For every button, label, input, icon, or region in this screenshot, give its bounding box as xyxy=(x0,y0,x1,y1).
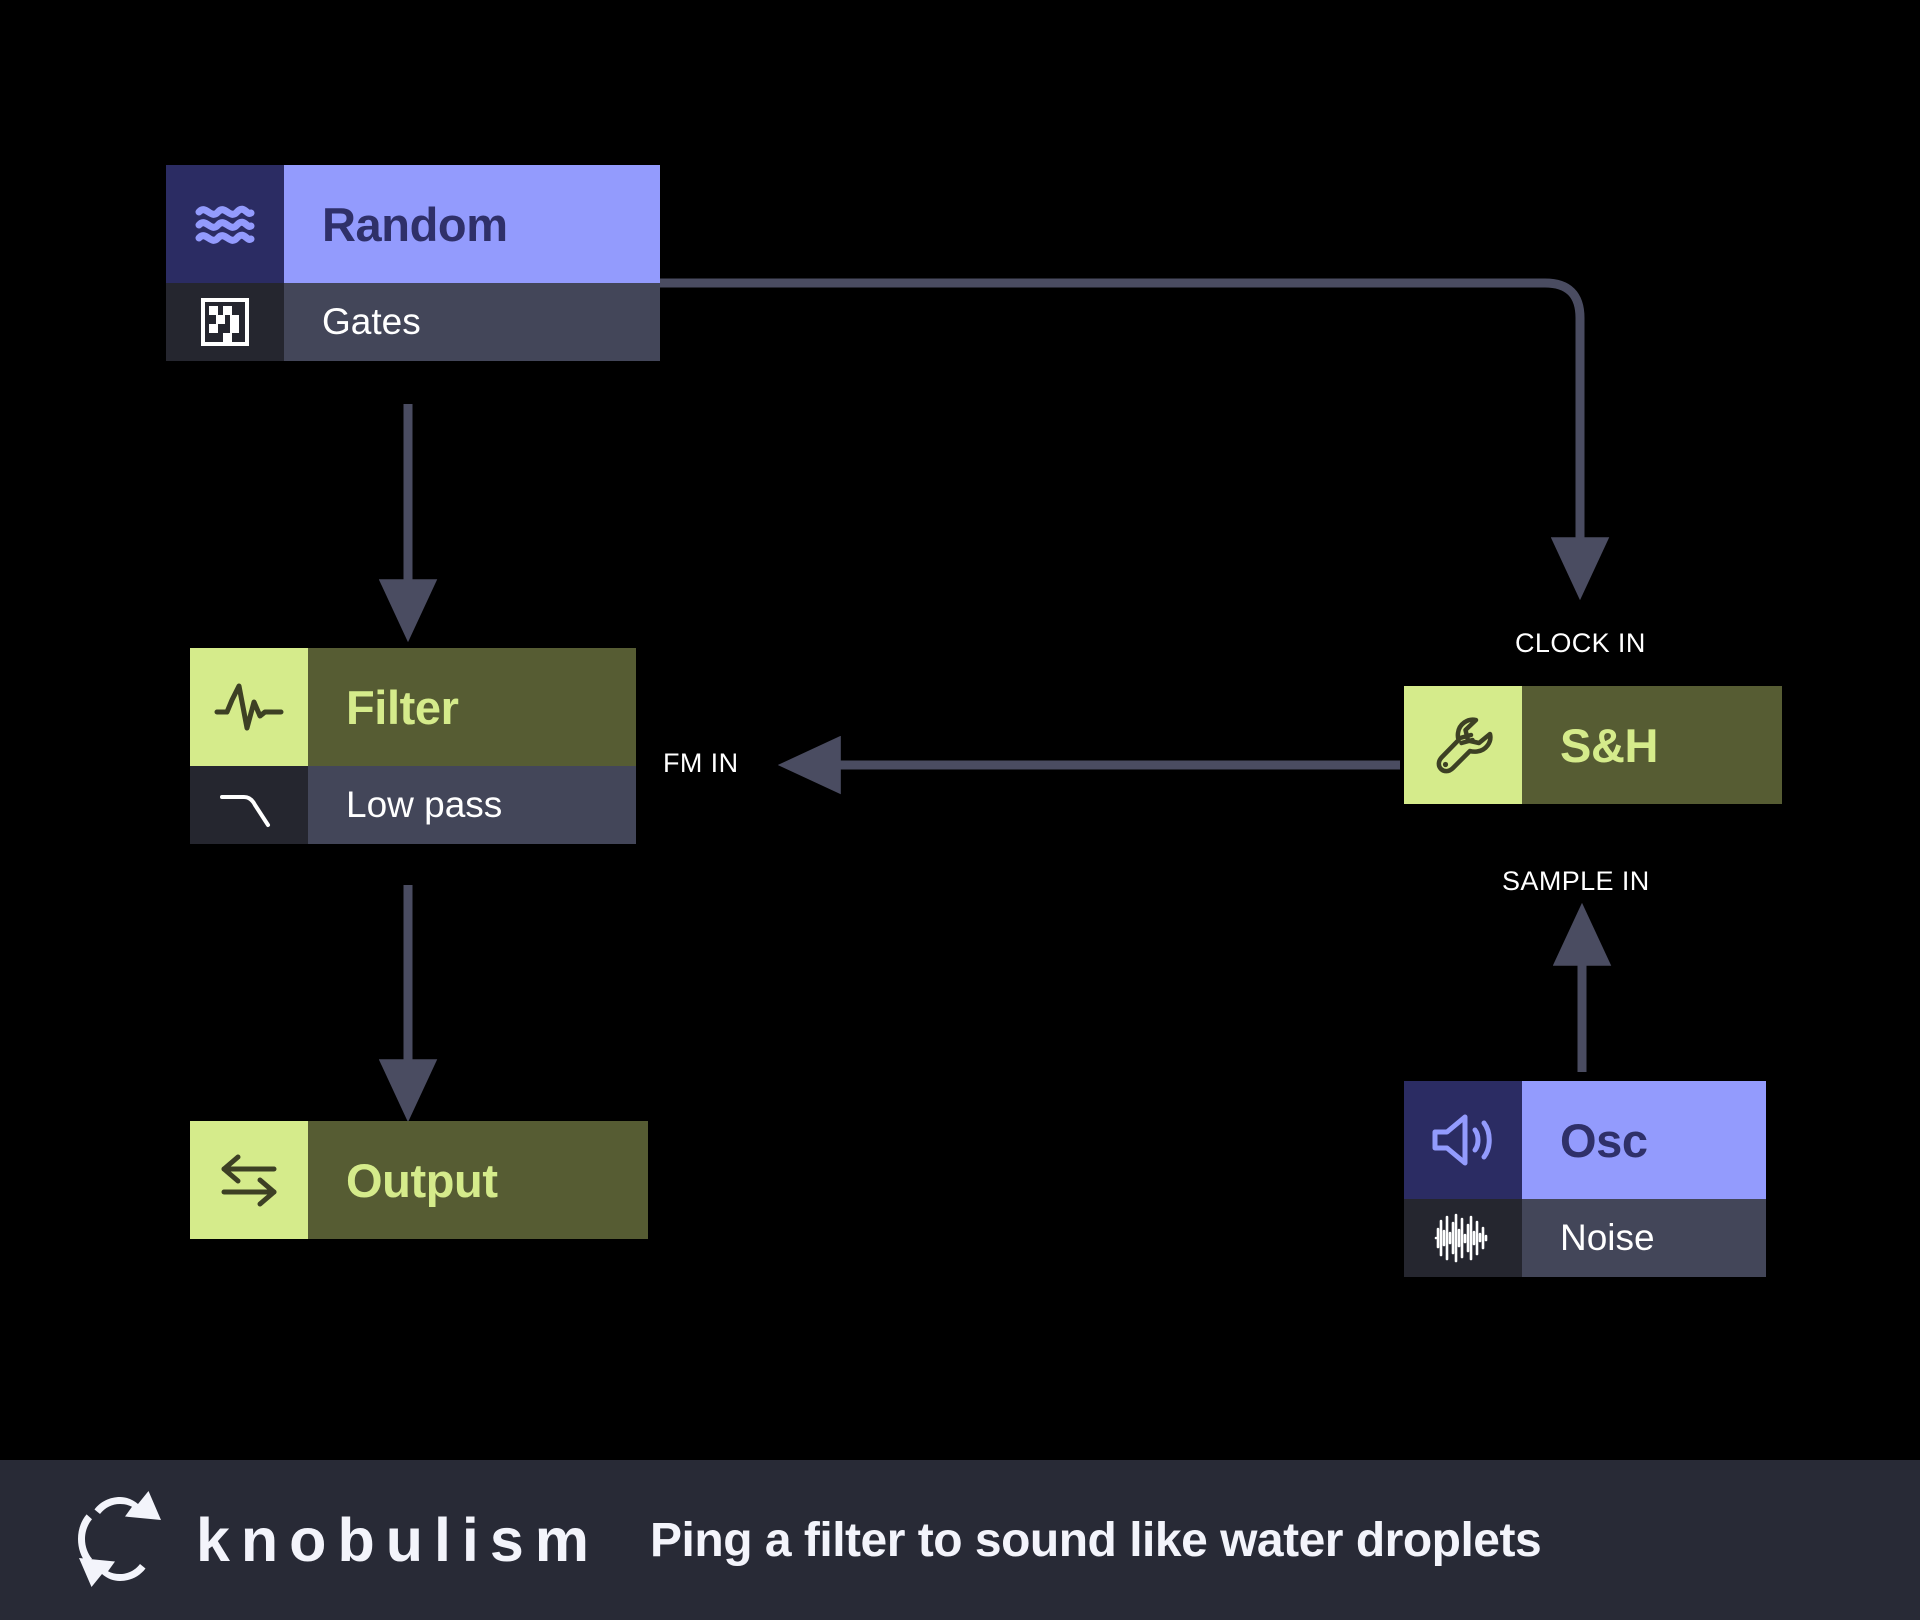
port-label-clock-in: CLOCK IN xyxy=(1515,628,1646,658)
brand-name: knobulism xyxy=(196,1506,601,1574)
knobulism-circle-logo xyxy=(72,1490,168,1592)
module-random-header[interactable]: Random xyxy=(166,165,660,283)
module-filter-title: Filter xyxy=(308,648,636,766)
module-random[interactable]: Random Gates xyxy=(166,165,660,361)
waveform-pulse-icon xyxy=(190,648,308,766)
transfer-arrows-icon xyxy=(190,1121,308,1239)
module-osc[interactable]: Osc Noise xyxy=(1404,1081,1766,1277)
module-filter-sub-label: Low pass xyxy=(308,766,636,844)
module-output-title: Output xyxy=(308,1121,648,1239)
module-random-sub-label: Gates xyxy=(284,283,660,361)
wire-random-to-sh-clock xyxy=(655,278,1610,601)
module-sh-header[interactable]: S&H xyxy=(1404,686,1782,804)
module-filter-sub-row[interactable]: Low pass xyxy=(190,766,636,844)
wrench-icon xyxy=(1404,686,1522,804)
port-label-fm-in: FM IN xyxy=(663,748,739,778)
module-random-sub-row[interactable]: Gates xyxy=(166,283,660,361)
module-output[interactable]: Output xyxy=(190,1121,648,1239)
module-sh[interactable]: S&H xyxy=(1404,686,1782,804)
module-filter[interactable]: Filter Low pass xyxy=(190,648,636,844)
footer-bar: knobulism Ping a filter to sound like wa… xyxy=(0,1460,1920,1620)
diagram-canvas: Random Gates Filter Low pass Output S&H … xyxy=(0,0,1920,1620)
module-filter-header[interactable]: Filter xyxy=(190,648,636,766)
module-sh-title: S&H xyxy=(1522,686,1782,804)
tagline: Ping a filter to sound like water drople… xyxy=(650,1513,1542,1567)
grid-matrix-icon xyxy=(166,283,284,361)
lowpass-curve-icon xyxy=(190,766,308,844)
noise-waveform-icon xyxy=(1404,1199,1522,1277)
port-label-sample-in: SAMPLE IN xyxy=(1502,866,1650,896)
module-osc-header[interactable]: Osc xyxy=(1404,1081,1766,1199)
speaker-icon xyxy=(1404,1081,1522,1199)
module-osc-title: Osc xyxy=(1522,1081,1766,1199)
waves-icon xyxy=(166,165,284,283)
module-osc-sub-row[interactable]: Noise xyxy=(1404,1199,1766,1277)
module-osc-sub-label: Noise xyxy=(1522,1199,1766,1277)
module-output-header[interactable]: Output xyxy=(190,1121,648,1239)
module-random-title: Random xyxy=(284,165,660,283)
